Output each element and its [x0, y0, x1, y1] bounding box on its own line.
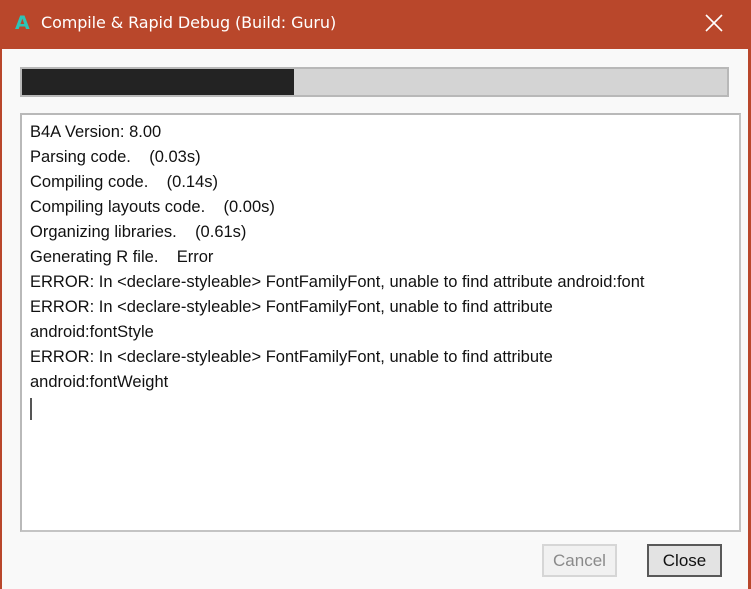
log-line: Organizing libraries. (0.61s) [30, 223, 247, 241]
close-icon [705, 14, 723, 32]
title-bar[interactable]: A Compile & Rapid Debug (Build: Guru) [0, 0, 751, 48]
log-line-error: ERROR: In <declare-styleable> FontFamily… [30, 348, 553, 366]
cancel-button[interactable]: Cancel [542, 544, 617, 577]
log-line: Generating R file. Error [30, 248, 214, 266]
compile-log-textarea[interactable]: B4A Version: 8.00 Parsing code. (0.03s) … [20, 113, 741, 532]
log-line-error: ERROR: In <declare-styleable> FontFamily… [30, 273, 645, 291]
dialog-content: B4A Version: 8.00 Parsing code. (0.03s) … [2, 49, 748, 589]
window-close-button[interactable] [694, 0, 734, 46]
log-line: B4A Version: 8.00 [30, 123, 162, 141]
b4a-logo-icon: A [15, 12, 30, 34]
text-caret [30, 398, 32, 420]
window-title: Compile & Rapid Debug (Build: Guru) [41, 13, 337, 32]
close-button[interactable]: Close [647, 544, 722, 577]
log-line-error: android:fontWeight [30, 373, 169, 391]
log-line: Compiling layouts code. (0.00s) [30, 198, 275, 216]
progress-bar-fill [22, 69, 295, 95]
log-line: Parsing code. (0.03s) [30, 148, 201, 166]
log-line-error: android:fontStyle [30, 323, 154, 341]
compile-progress-bar [20, 67, 729, 97]
compile-dialog-window: A Compile & Rapid Debug (Build: Guru) B4… [0, 0, 751, 589]
log-line-error: ERROR: In <declare-styleable> FontFamily… [30, 298, 553, 316]
log-line: Compiling code. (0.14s) [30, 173, 219, 191]
